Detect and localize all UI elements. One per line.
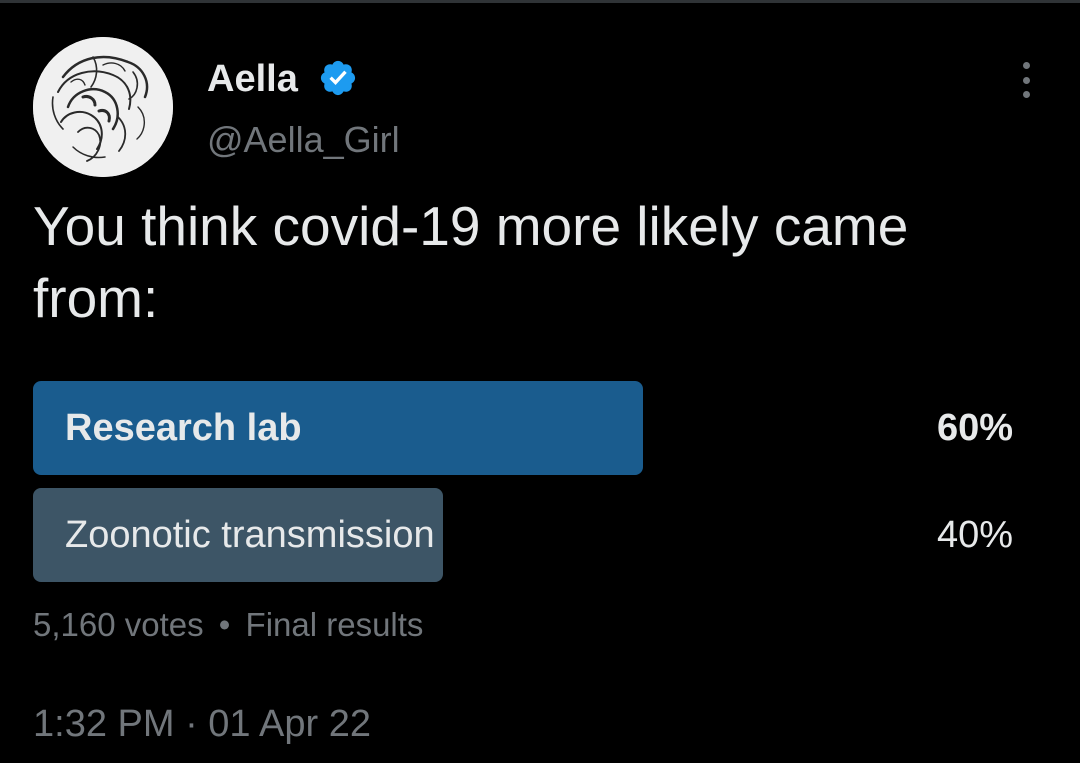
tweet-text: You think covid-19 more likely came from… — [33, 195, 909, 329]
more-dot — [1022, 76, 1030, 84]
poll-option-zoonotic-transmission: Zoonotic transmission 40% — [33, 488, 1033, 582]
verified-badge-icon — [320, 60, 356, 96]
poll-option-percent: 40% — [936, 514, 1013, 556]
author-display-name[interactable]: Aella — [207, 57, 298, 101]
poll-meta-separator: • — [218, 606, 231, 643]
poll-option-percent: 60% — [936, 407, 1013, 449]
poll-status: Final results — [245, 606, 424, 643]
tweet-timestamp[interactable]: 1:32 PM · 01 Apr 22 — [33, 700, 371, 748]
top-divider — [0, 0, 1080, 3]
more-dot — [1022, 62, 1030, 69]
poll-option-label: Zoonotic transmission — [65, 514, 435, 556]
author-handle[interactable]: @Aella_Girl — [207, 118, 400, 162]
poll-option-research-lab: Research lab 60% — [33, 381, 1033, 475]
poll-meta: 5,160 votes • Final results — [33, 604, 423, 646]
poll-option-label: Research lab — [65, 407, 302, 449]
more-dot — [1022, 91, 1030, 98]
more-vertical-icon[interactable] — [1014, 62, 1038, 98]
poll-vote-count: 5,160 votes — [33, 606, 204, 643]
avatar-sketch-image — [33, 37, 173, 177]
avatar[interactable] — [33, 37, 173, 177]
